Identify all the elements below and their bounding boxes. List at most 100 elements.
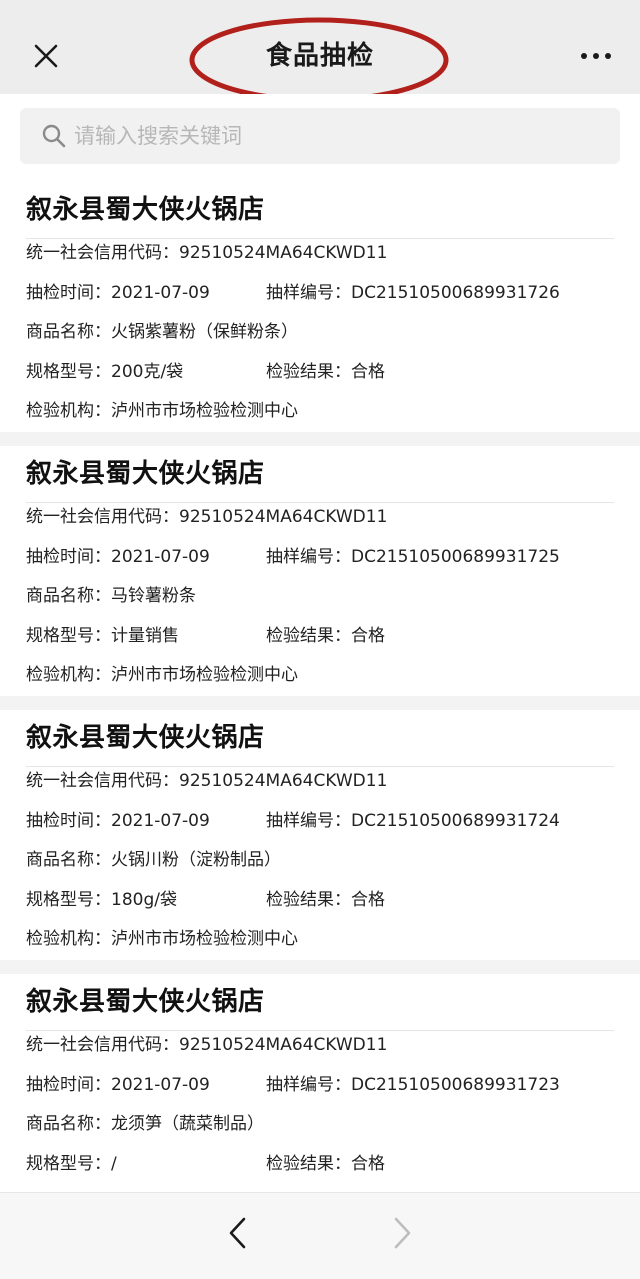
store-name: 叙永县蜀大侠火锅店	[26, 723, 265, 753]
credit-code-row: 统一社会信用代码：92510524MA64CKWD11	[26, 240, 387, 266]
agency-row: 检验机构：泸州市市场检验检测中心	[26, 926, 298, 952]
result-row: 检验结果：合格	[266, 359, 385, 385]
credit-code-value: 92510524MA64CKWD11	[179, 771, 388, 791]
inspection-time-label: 抽检时间：	[26, 547, 111, 567]
credit-code-value: 92510524MA64CKWD11	[179, 243, 388, 263]
result-label: 检验结果：	[266, 362, 351, 382]
product-name-label: 商品名称：	[26, 322, 111, 342]
agency-row: 检验机构：泸州市市场检验检测中心	[26, 662, 298, 688]
sample-number-row: 抽样编号：DC21510500689931725	[266, 544, 560, 570]
search-input[interactable]	[74, 116, 594, 156]
credit-code-label: 统一社会信用代码：	[26, 771, 179, 791]
sample-number-label: 抽样编号：	[266, 811, 351, 831]
product-name-row: 商品名称：火锅紫薯粉（保鲜粉条）	[26, 319, 298, 345]
spec-label: 规格型号：	[26, 362, 111, 382]
inspection-time-row: 抽检时间：2021-07-09	[26, 544, 210, 570]
result-value: 合格	[351, 626, 385, 646]
store-name: 叙永县蜀大侠火锅店	[26, 195, 265, 225]
spec-value: 计量销售	[111, 626, 179, 646]
search-box[interactable]	[20, 108, 620, 164]
result-value: 合格	[351, 1154, 385, 1174]
sample-number-row: 抽样编号：DC21510500689931723	[266, 1072, 560, 1098]
divider	[26, 502, 614, 503]
inspection-record-card[interactable]: 叙永县蜀大侠火锅店 统一社会信用代码：92510524MA64CKWD11 抽检…	[0, 974, 640, 1192]
sample-number-label: 抽样编号：	[266, 1075, 351, 1095]
sample-number-row: 抽样编号：DC21510500689931726	[266, 280, 560, 306]
search-icon	[42, 124, 66, 148]
sample-number-value: DC21510500689931726	[351, 283, 560, 303]
sample-number-label: 抽样编号：	[266, 547, 351, 567]
agency-label: 检验机构：	[26, 401, 111, 421]
spec-value: 180g/袋	[111, 890, 177, 910]
result-label: 检验结果：	[266, 1154, 351, 1174]
result-row: 检验结果：合格	[266, 1151, 385, 1177]
store-name: 叙永县蜀大侠火锅店	[26, 987, 265, 1017]
inspection-time-value: 2021-07-09	[111, 547, 210, 567]
spec-label: 规格型号：	[26, 626, 111, 646]
product-name-row: 商品名称：马铃薯粉条	[26, 583, 196, 609]
result-value: 合格	[351, 890, 385, 910]
inspection-time-label: 抽检时间：	[26, 811, 111, 831]
sample-number-value: DC21510500689931723	[351, 1075, 560, 1095]
spec-value: 200克/袋	[111, 362, 184, 382]
inspection-time-value: 2021-07-09	[111, 811, 210, 831]
product-name-value: 龙须笋（蔬菜制品）	[111, 1114, 264, 1134]
sample-number-value: DC21510500689931725	[351, 547, 560, 567]
product-name-label: 商品名称：	[26, 1114, 111, 1134]
spec-label: 规格型号：	[26, 890, 111, 910]
sample-number-label: 抽样编号：	[266, 283, 351, 303]
credit-code-row: 统一社会信用代码：92510524MA64CKWD11	[26, 1032, 387, 1058]
product-name-label: 商品名称：	[26, 586, 111, 606]
inspection-record-card[interactable]: 叙永县蜀大侠火锅店 统一社会信用代码：92510524MA64CKWD11 抽检…	[0, 710, 640, 960]
credit-code-value: 92510524MA64CKWD11	[179, 1035, 388, 1055]
sample-number-value: DC21510500689931724	[351, 811, 560, 831]
result-label: 检验结果：	[266, 626, 351, 646]
product-name-value: 火锅川粉（淀粉制品）	[111, 850, 281, 870]
more-dots-icon[interactable]	[578, 44, 614, 68]
agency-value: 泸州市市场检验检测中心	[111, 401, 298, 421]
spec-label: 规格型号：	[26, 1154, 111, 1174]
inspection-time-row: 抽检时间：2021-07-09	[26, 280, 210, 306]
page: 食品抽检 叙永县蜀大侠火锅店 统一社会信用代码：92510524MA64CKWD…	[0, 0, 640, 1279]
inspection-time-label: 抽检时间：	[26, 1075, 111, 1095]
product-name-value: 火锅紫薯粉（保鲜粉条）	[111, 322, 298, 342]
divider	[26, 238, 614, 239]
top-nav-bar: 食品抽检	[0, 0, 640, 103]
product-name-label: 商品名称：	[26, 850, 111, 870]
divider	[26, 766, 614, 767]
inspection-time-value: 2021-07-09	[111, 1075, 210, 1095]
chevron-left-icon[interactable]	[222, 1213, 254, 1253]
divider	[26, 1030, 614, 1031]
agency-label: 检验机构：	[26, 929, 111, 949]
inspection-time-value: 2021-07-09	[111, 283, 210, 303]
page-title: 食品抽检	[265, 41, 374, 71]
credit-code-row: 统一社会信用代码：92510524MA64CKWD11	[26, 504, 387, 530]
credit-code-value: 92510524MA64CKWD11	[179, 507, 388, 527]
agency-label: 检验机构：	[26, 665, 111, 685]
spec-value: /	[111, 1154, 117, 1174]
result-label: 检验结果：	[266, 890, 351, 910]
credit-code-label: 统一社会信用代码：	[26, 243, 179, 263]
product-name-row: 商品名称：龙须笋（蔬菜制品）	[26, 1111, 264, 1137]
spec-row: 规格型号：180g/袋	[26, 887, 177, 913]
search-bar-area	[0, 94, 640, 182]
result-row: 检验结果：合格	[266, 623, 385, 649]
agency-value: 泸州市市场检验检测中心	[111, 665, 298, 685]
inspection-time-row: 抽检时间：2021-07-09	[26, 1072, 210, 1098]
store-name: 叙永县蜀大侠火锅店	[26, 459, 265, 489]
credit-code-row: 统一社会信用代码：92510524MA64CKWD11	[26, 768, 387, 794]
spec-row: 规格型号：/	[26, 1151, 117, 1177]
inspection-record-card[interactable]: 叙永县蜀大侠火锅店 统一社会信用代码：92510524MA64CKWD11 抽检…	[0, 182, 640, 432]
spec-row: 规格型号：200克/袋	[26, 359, 183, 385]
agency-value: 泸州市市场检验检测中心	[111, 929, 298, 949]
product-name-value: 马铃薯粉条	[111, 586, 196, 606]
product-name-row: 商品名称：火锅川粉（淀粉制品）	[26, 847, 281, 873]
agency-row: 检验机构：泸州市市场检验检测中心	[26, 398, 298, 424]
chevron-right-icon	[394, 1217, 411, 1249]
bottom-toolbar	[0, 1192, 640, 1279]
credit-code-label: 统一社会信用代码：	[26, 1035, 179, 1055]
inspection-time-row: 抽检时间：2021-07-09	[26, 808, 210, 834]
spec-row: 规格型号：计量销售	[26, 623, 179, 649]
result-value: 合格	[351, 362, 385, 382]
inspection-record-card[interactable]: 叙永县蜀大侠火锅店 统一社会信用代码：92510524MA64CKWD11 抽检…	[0, 446, 640, 696]
